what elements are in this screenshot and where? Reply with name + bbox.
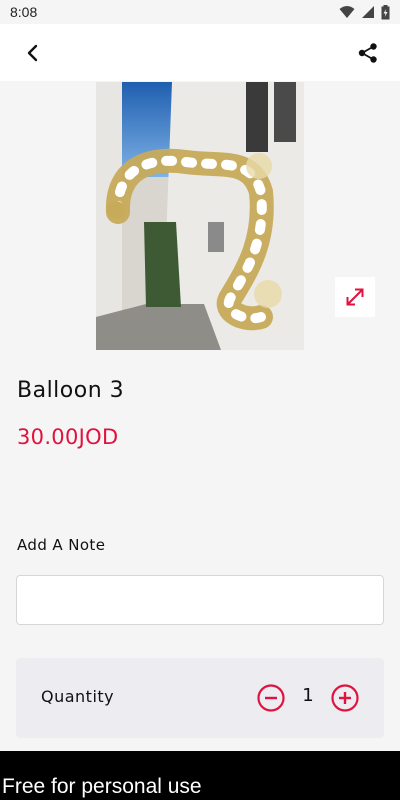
- status-icons: [339, 4, 390, 20]
- signal-icon: [362, 6, 374, 18]
- quantity-value: 1: [302, 685, 314, 706]
- footer-text: Free for personal use: [2, 775, 202, 798]
- increase-quantity-button[interactable]: [331, 684, 359, 712]
- footer-bar: Free for personal use: [0, 751, 400, 800]
- note-label: Add A Note: [17, 536, 106, 554]
- product-image[interactable]: [96, 82, 304, 350]
- expand-image-button[interactable]: [335, 277, 375, 317]
- status-time: 8:08: [10, 4, 38, 20]
- chevron-left-icon: [27, 44, 38, 62]
- share-button[interactable]: [348, 33, 388, 73]
- share-icon: [358, 43, 377, 63]
- wifi-icon: [339, 6, 355, 18]
- minus-circle-icon: [257, 684, 285, 712]
- decrease-quantity-button[interactable]: [257, 684, 285, 712]
- app-bar: [0, 24, 400, 81]
- product-price: 30.00JOD: [17, 425, 119, 449]
- note-input[interactable]: [16, 575, 384, 625]
- status-bar: 8:08: [0, 0, 400, 24]
- balloon-arch-photo: [96, 82, 304, 350]
- back-button[interactable]: [12, 33, 52, 73]
- expand-icon: [346, 288, 364, 306]
- quantity-label: Quantity: [41, 687, 115, 706]
- quantity-card: Quantity 1: [16, 658, 384, 738]
- plus-circle-icon: [331, 684, 359, 712]
- product-name: Balloon 3: [17, 378, 125, 403]
- battery-icon: [381, 4, 390, 19]
